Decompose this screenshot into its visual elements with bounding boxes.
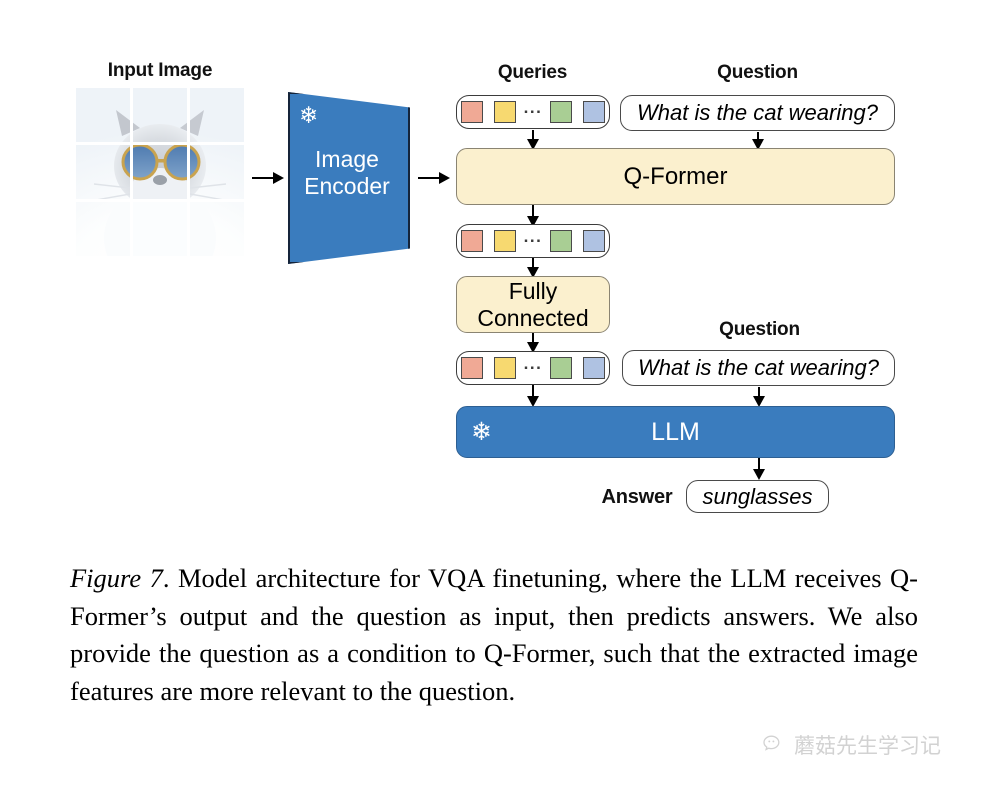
arrow-question-to-llm: [751, 387, 767, 407]
arrow-llm-to-answer: [751, 458, 767, 480]
token-blue: [583, 101, 606, 123]
token-blue: [583, 357, 606, 379]
queries-label: Queries: [497, 62, 568, 83]
image-tile: [133, 88, 187, 142]
question-label-bottom: Question: [719, 319, 800, 340]
llm-label: LLM: [651, 417, 700, 446]
snowflake-icon: ❄: [299, 102, 319, 128]
watermark-text: 蘑菇先生学习记: [794, 734, 941, 758]
token-green: [550, 101, 573, 123]
token-salmon: [460, 101, 483, 123]
image-tile: [190, 202, 244, 256]
arrow-image-to-encoder: [252, 170, 284, 186]
image-tile: [76, 145, 130, 199]
image-tile: [133, 202, 187, 256]
token-yellow: [493, 101, 516, 123]
query-token-row-llm-input: ...: [456, 351, 610, 385]
fully-connected-label-line1: Fully: [508, 277, 558, 304]
arrow-encoder-to-qformer: [418, 170, 450, 186]
question-input-top[interactable]: What is the cat wearing?: [620, 95, 895, 131]
arrow-fc-to-tokens: [525, 333, 541, 353]
figure-page: Input Image ❄ Image Encoder Queries Ques…: [0, 0, 988, 786]
arrow-tokens-to-llm: [525, 385, 541, 407]
fully-connected-block: Fully Connected: [456, 276, 610, 333]
ellipsis-icon: ...: [523, 354, 543, 373]
input-image-label: Input Image: [107, 60, 213, 81]
fully-connected-label-line2: Connected: [477, 304, 589, 331]
llm-block: ❄ LLM: [456, 406, 895, 458]
image-tile: [190, 88, 244, 142]
watermark: 蘑菇先生学习记: [762, 730, 941, 760]
image-tile: [133, 145, 187, 199]
image-encoder-label: Image Encoder: [304, 146, 390, 199]
query-token-row-qformer-output: ...: [456, 224, 610, 258]
question-label-top: Question: [717, 62, 798, 83]
token-salmon: [460, 230, 483, 252]
figure-caption-text: . Model architecture for VQA finetuning,…: [70, 563, 918, 706]
query-token-row-input: ...: [456, 95, 610, 129]
arrow-queries-to-qformer: [525, 130, 541, 150]
snowflake-icon: ❄: [471, 418, 492, 446]
question-input-bottom[interactable]: What is the cat wearing?: [622, 350, 895, 386]
token-green: [550, 357, 573, 379]
arrow-tokens-to-fc: [525, 258, 541, 278]
token-salmon: [460, 357, 483, 379]
figure-caption: Figure 7. Model architecture for VQA fin…: [70, 560, 918, 711]
token-green: [550, 230, 573, 252]
input-image-grid: [76, 88, 244, 256]
image-tile: [190, 145, 244, 199]
token-yellow: [493, 230, 516, 252]
figure-number: Figure 7: [70, 563, 163, 593]
ellipsis-icon: ...: [523, 227, 543, 246]
answer-output: sunglasses: [686, 480, 829, 513]
image-tile: [76, 202, 130, 256]
token-blue: [583, 230, 606, 252]
q-former-block: Q-Former: [456, 148, 895, 205]
image-encoder-block: ❄ Image Encoder: [288, 92, 410, 264]
ellipsis-icon: ...: [523, 98, 543, 117]
token-yellow: [493, 357, 516, 379]
answer-label: Answer: [601, 486, 673, 508]
image-tile: [76, 88, 130, 142]
wechat-bubble-icon: [763, 735, 780, 751]
